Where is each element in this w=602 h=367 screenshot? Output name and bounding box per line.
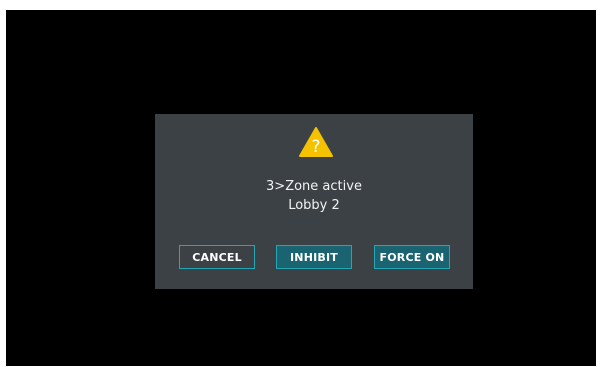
dialog-message-line-1: 3>Zone active (266, 179, 362, 194)
force-on-button[interactable]: FORCE ON (374, 245, 450, 269)
warning-icon: ? (298, 126, 334, 158)
cancel-button[interactable]: CANCEL (179, 245, 255, 269)
dialog-message-line-2: Lobby 2 (288, 198, 340, 213)
alert-dialog: ? 3>Zone active Lobby 2 CANCEL INHIBIT F… (155, 114, 473, 289)
warning-glyph: ? (311, 137, 320, 157)
inhibit-button[interactable]: INHIBIT (276, 245, 352, 269)
screen: ? 3>Zone active Lobby 2 CANCEL INHIBIT F… (6, 10, 596, 366)
